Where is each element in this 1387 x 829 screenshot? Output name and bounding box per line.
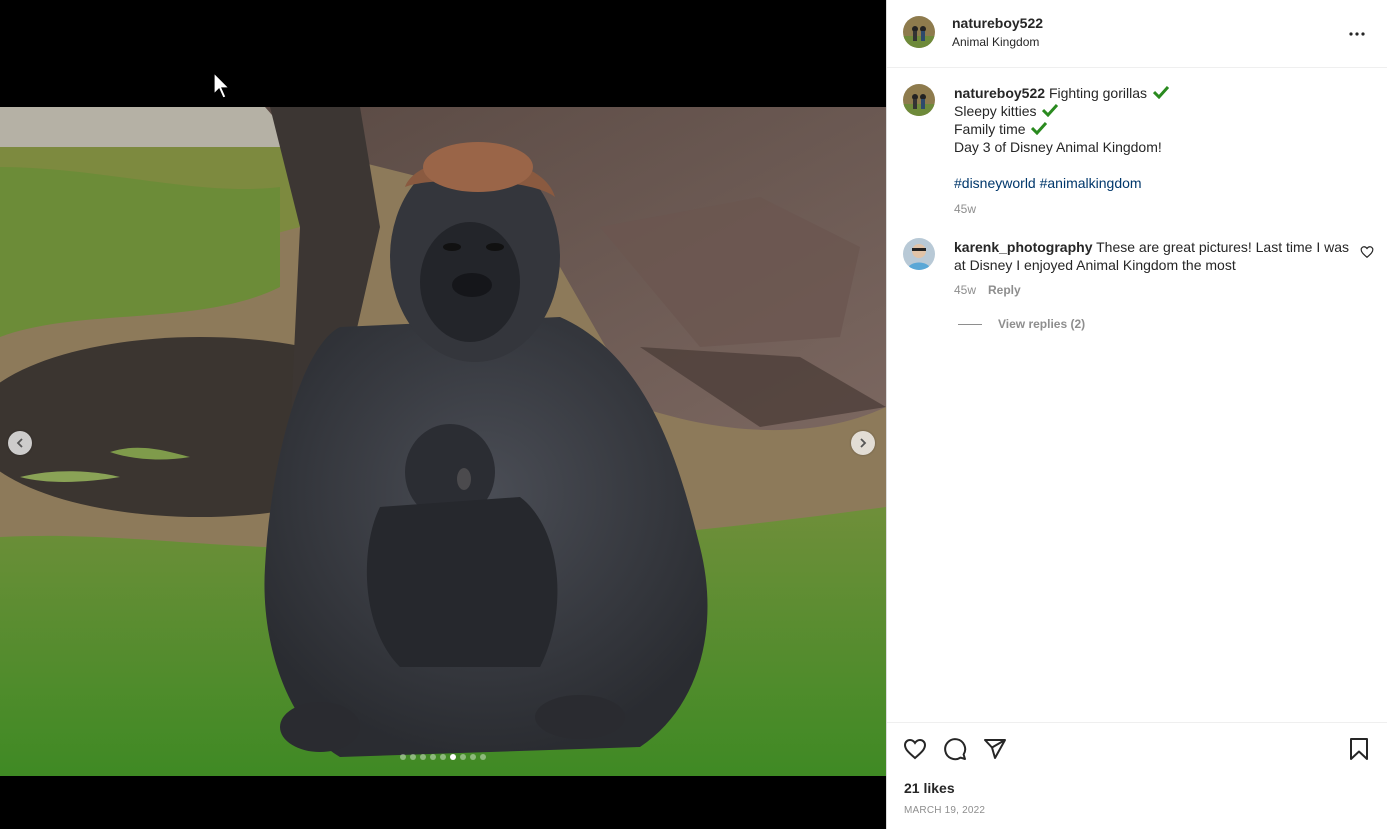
post-actions-bar: 21 likes MARCH 19, 2022 bbox=[887, 722, 1387, 829]
comment-timestamp[interactable]: 45w bbox=[954, 281, 976, 299]
author-avatar[interactable] bbox=[903, 16, 935, 48]
comments-section[interactable]: natureboy522 Fighting gorillas Sleepy ki… bbox=[887, 68, 1387, 722]
carousel-dot bbox=[460, 754, 466, 760]
heart-icon[interactable] bbox=[1360, 245, 1374, 259]
post-date[interactable]: MARCH 19, 2022 bbox=[904, 805, 985, 816]
comment-text-block: karenk_photography These are great pictu… bbox=[954, 238, 1349, 299]
carousel-dot bbox=[450, 754, 456, 760]
heart-icon[interactable] bbox=[903, 737, 927, 761]
hashtag-link[interactable]: #disneyworld bbox=[954, 175, 1036, 191]
chevron-left-icon bbox=[16, 438, 23, 448]
post-photo-gorillas[interactable] bbox=[0, 107, 886, 776]
hashtag-link[interactable]: #animalkingdom bbox=[1040, 175, 1142, 191]
view-replies-label: View replies (2) bbox=[998, 317, 1086, 331]
caption-author-avatar[interactable] bbox=[903, 84, 935, 116]
carousel-dot bbox=[470, 754, 476, 760]
comment-icon[interactable] bbox=[943, 737, 967, 761]
carousel-next-button[interactable] bbox=[851, 431, 875, 455]
share-icon[interactable] bbox=[983, 737, 1007, 761]
replies-divider-line bbox=[958, 323, 982, 325]
carousel-dot bbox=[400, 754, 406, 760]
caption-timestamp[interactable]: 45w bbox=[954, 200, 1354, 218]
more-options-button[interactable] bbox=[1345, 22, 1369, 46]
carousel-previous-button[interactable] bbox=[8, 431, 32, 455]
author-username[interactable]: natureboy522 bbox=[952, 15, 1043, 31]
carousel-dot bbox=[480, 754, 486, 760]
caption-line-2: Sleepy kitties bbox=[954, 103, 1037, 119]
caption-line-3: Family time bbox=[954, 121, 1026, 137]
post-media-pane bbox=[0, 0, 886, 829]
post-location[interactable]: Animal Kingdom bbox=[952, 35, 1039, 49]
carousel-dot bbox=[440, 754, 446, 760]
commenter-avatar[interactable] bbox=[903, 238, 935, 270]
reply-button[interactable]: Reply bbox=[988, 281, 1021, 299]
caption-line-4: Day 3 of Disney Animal Kingdom! bbox=[954, 139, 1162, 155]
commenter-username[interactable]: karenk_photography bbox=[954, 239, 1092, 255]
carousel-dot bbox=[420, 754, 426, 760]
carousel-dot bbox=[410, 754, 416, 760]
check-mark-icon bbox=[1031, 121, 1048, 135]
caption-line-1: Fighting gorillas bbox=[1048, 85, 1147, 101]
more-horizontal-icon bbox=[1349, 32, 1365, 36]
caption-text-block: natureboy522 Fighting gorillas Sleepy ki… bbox=[954, 84, 1354, 218]
check-mark-icon bbox=[1152, 85, 1169, 99]
post-header: natureboy522 Animal Kingdom bbox=[887, 0, 1387, 68]
mouse-pointer-icon bbox=[213, 72, 231, 99]
caption-username[interactable]: natureboy522 bbox=[954, 85, 1045, 101]
carousel-indicator bbox=[0, 754, 886, 760]
post-info-pane: natureboy522 Animal Kingdom natureboy522 bbox=[886, 0, 1387, 829]
chevron-right-icon bbox=[860, 438, 867, 448]
likes-count[interactable]: 21 likes bbox=[904, 780, 955, 796]
carousel-dot bbox=[430, 754, 436, 760]
view-replies-button[interactable]: View replies (2) bbox=[958, 317, 1085, 331]
bookmark-icon[interactable] bbox=[1347, 737, 1371, 761]
check-mark-icon bbox=[1042, 103, 1059, 117]
